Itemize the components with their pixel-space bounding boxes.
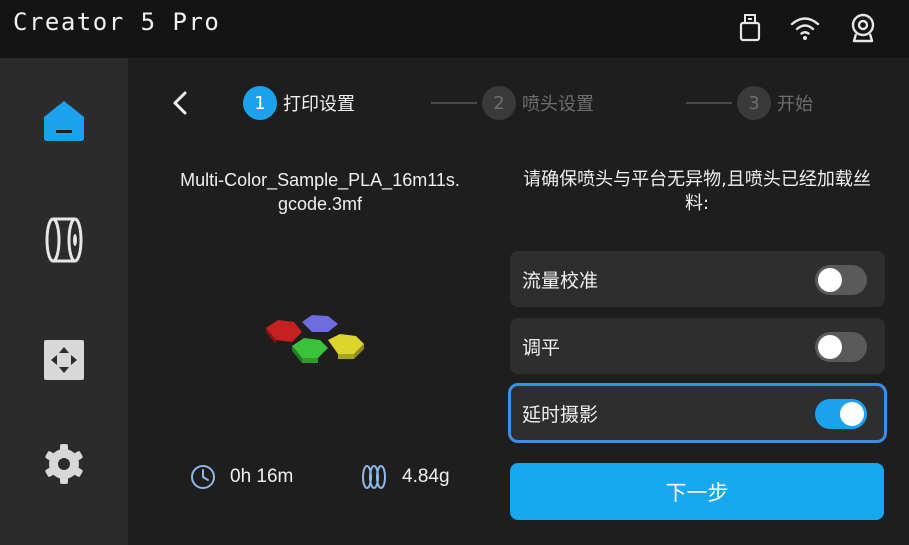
toggle-knob: [840, 402, 864, 426]
option-timelapse[interactable]: 延时摄影: [508, 383, 887, 443]
toggle-knob: [818, 268, 842, 292]
filament-spool-icon: [45, 217, 83, 263]
option-label: 延时摄影: [522, 404, 599, 426]
filament-weight-value: 4.84g: [402, 466, 450, 487]
filament-icon: [362, 465, 386, 489]
model-preview: [266, 315, 364, 363]
home-icon: [44, 101, 84, 141]
toggle-knob: [818, 335, 842, 359]
leveling-toggle[interactable]: [815, 332, 867, 362]
instruction-text: 请确保喷头与平台无异物,且喷头已经加载丝 料:: [523, 169, 871, 214]
sidebar-item-home[interactable]: [36, 92, 92, 148]
gear-icon: [45, 444, 83, 484]
step-2: 2 喷头设置: [482, 86, 594, 120]
sidebar-item-settings[interactable]: [36, 436, 92, 492]
filament-weight: 4.84g: [360, 462, 450, 492]
back-button[interactable]: [166, 86, 196, 120]
camera-icon: [851, 13, 875, 43]
step-1-label: 打印设置: [283, 94, 355, 115]
step-connector: [686, 102, 732, 104]
option-flow-calibration[interactable]: 流量校准: [510, 251, 885, 307]
wifi-icon: [790, 17, 820, 40]
sidebar-item-move[interactable]: [36, 332, 92, 388]
step-2-number: 2: [482, 86, 516, 120]
step-connector: [431, 102, 477, 104]
file-name: Multi-Color_Sample_PLA_16m11s. gcode.3mf: [180, 170, 460, 214]
top-bar: Creator 5 Pro: [0, 0, 909, 58]
step-3: 3 开始: [737, 86, 813, 120]
step-1: 1 打印设置: [243, 86, 355, 120]
sidebar-item-filament[interactable]: [36, 212, 92, 268]
clock-icon: [191, 465, 215, 489]
flow-calibration-toggle[interactable]: [815, 265, 867, 295]
timelapse-toggle[interactable]: [815, 399, 867, 429]
print-time: 0h 16m: [190, 462, 293, 492]
usb-icon: [739, 14, 761, 42]
move-axis-icon: [44, 340, 84, 380]
app-title: Creator 5 Pro: [13, 8, 221, 36]
step-3-label: 开始: [777, 94, 813, 115]
step-3-number: 3: [737, 86, 771, 120]
option-label: 调平: [522, 337, 561, 359]
step-2-label: 喷头设置: [522, 94, 594, 115]
option-leveling[interactable]: 调平: [510, 318, 885, 374]
print-time-value: 0h 16m: [230, 466, 294, 487]
option-label: 流量校准: [522, 270, 599, 292]
next-step-button[interactable]: 下一步: [510, 463, 884, 520]
step-1-number: 1: [243, 86, 277, 120]
